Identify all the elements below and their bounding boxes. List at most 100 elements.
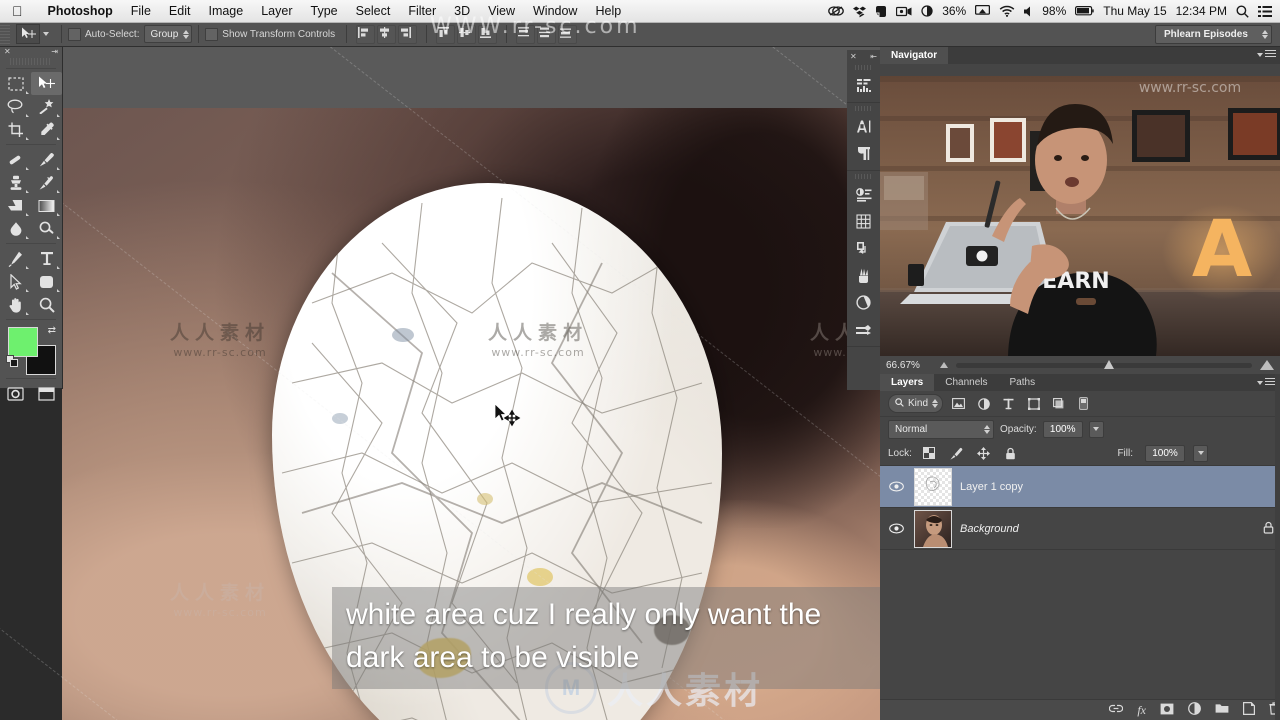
adjustments-icon[interactable] bbox=[847, 181, 880, 208]
timer-icon[interactable] bbox=[921, 5, 933, 17]
eyedropper-tool[interactable] bbox=[31, 118, 62, 141]
lasso-tool[interactable] bbox=[0, 95, 31, 118]
gradient-tool[interactable] bbox=[31, 194, 62, 217]
pen-tool[interactable] bbox=[0, 247, 31, 270]
layer-thumbnail[interactable] bbox=[914, 467, 952, 506]
dock-grip[interactable] bbox=[855, 65, 872, 70]
table-row[interactable]: Layer 1 copy bbox=[880, 466, 1280, 508]
layer-visibility-toggle[interactable] bbox=[886, 523, 906, 534]
opacity-value[interactable]: 100% bbox=[1042, 420, 1083, 438]
character-icon[interactable] bbox=[847, 113, 880, 140]
menu-file[interactable]: File bbox=[122, 0, 160, 22]
apple-logo-icon[interactable]:  bbox=[12, 4, 23, 18]
stepper-icon[interactable] bbox=[183, 29, 190, 39]
dock-header[interactable]: ✕ ⇤ bbox=[847, 50, 880, 62]
align-right-edges-button[interactable] bbox=[398, 24, 418, 44]
screen-mode-icon[interactable] bbox=[31, 382, 62, 405]
toolbox-grip[interactable] bbox=[10, 58, 52, 65]
auto-select-dropdown[interactable]: Group bbox=[144, 25, 193, 43]
histogram-icon[interactable] bbox=[847, 72, 880, 99]
lock-position-icon[interactable] bbox=[974, 445, 993, 462]
airplay-icon[interactable] bbox=[975, 5, 991, 17]
layer-style-fx-icon[interactable]: fx bbox=[1137, 703, 1146, 718]
close-icon[interactable]: ✕ bbox=[850, 52, 857, 61]
move-tool[interactable] bbox=[31, 72, 62, 95]
dropbox-icon[interactable] bbox=[853, 5, 867, 18]
tab-layers[interactable]: Layers bbox=[880, 374, 935, 391]
navigator-preview[interactable]: A EARN www.rr-sc.com bbox=[880, 76, 1280, 356]
menu-photoshop[interactable]: Photoshop bbox=[39, 0, 122, 22]
menu-edit[interactable]: Edit bbox=[160, 0, 200, 22]
tab-channels[interactable]: Channels bbox=[934, 374, 999, 391]
zoom-percent-value[interactable]: 66.67% bbox=[886, 360, 932, 371]
layer-visibility-toggle[interactable] bbox=[886, 481, 906, 492]
chevron-down-icon[interactable] bbox=[1257, 380, 1263, 385]
lock-image-pixels-icon[interactable] bbox=[947, 445, 966, 462]
clone-stamp-tool[interactable] bbox=[0, 171, 31, 194]
actions-icon[interactable] bbox=[847, 235, 880, 262]
lock-all-icon[interactable] bbox=[1001, 445, 1020, 462]
lock-transparent-pixels-icon[interactable] bbox=[920, 445, 939, 462]
wifi-icon[interactable] bbox=[999, 5, 1015, 17]
color-wheel-icon[interactable] bbox=[847, 289, 880, 316]
tab-paths[interactable]: Paths bbox=[998, 374, 1047, 391]
crop-tool[interactable] bbox=[0, 118, 31, 141]
zoom-tool[interactable] bbox=[31, 293, 62, 316]
list-icon[interactable] bbox=[1258, 5, 1272, 17]
chevron-down-icon[interactable] bbox=[1257, 52, 1263, 57]
zoom-slider[interactable] bbox=[956, 359, 1252, 369]
zoom-in-icon[interactable] bbox=[1260, 360, 1274, 370]
fill-slider-button[interactable] bbox=[1193, 444, 1208, 462]
dodge-tool[interactable] bbox=[31, 217, 62, 240]
spot-healing-brush-tool[interactable] bbox=[0, 148, 31, 171]
tool-preset-picker[interactable] bbox=[10, 24, 55, 44]
dock-grip[interactable] bbox=[855, 106, 872, 111]
options-bar-grip[interactable] bbox=[0, 22, 10, 46]
volume-icon[interactable] bbox=[1024, 6, 1033, 17]
new-layer-icon[interactable] bbox=[1243, 702, 1255, 718]
move-tool-icon[interactable] bbox=[16, 24, 40, 44]
path-selection-tool[interactable] bbox=[0, 270, 31, 293]
filter-kind-dropdown[interactable]: Kind bbox=[888, 394, 944, 413]
creative-cloud-icon[interactable] bbox=[828, 5, 845, 17]
layer-name[interactable]: Layer 1 copy bbox=[960, 481, 1023, 493]
collapse-icon[interactable]: ⇤ bbox=[870, 52, 877, 61]
menu-select[interactable]: Select bbox=[347, 0, 400, 22]
quick-mask-icon[interactable] bbox=[0, 382, 31, 405]
menu-type[interactable]: Type bbox=[302, 0, 347, 22]
rectangle-shape-tool[interactable] bbox=[31, 270, 62, 293]
filter-kind-stepper-icon[interactable] bbox=[932, 399, 939, 408]
menu-image[interactable]: Image bbox=[199, 0, 252, 22]
shape-layers-filter-icon[interactable] bbox=[1024, 395, 1043, 412]
align-horizontal-centers-button[interactable] bbox=[377, 24, 397, 44]
smart-object-filter-icon[interactable] bbox=[1049, 395, 1068, 412]
hand-tool[interactable] bbox=[0, 293, 31, 316]
blur-tool[interactable] bbox=[0, 217, 31, 240]
adjustment-layer-icon[interactable] bbox=[1188, 702, 1201, 718]
default-colors-icon[interactable] bbox=[6, 355, 19, 373]
search-icon[interactable] bbox=[1236, 5, 1249, 18]
blend-mode-stepper-icon[interactable] bbox=[984, 424, 990, 434]
show-transform-controls-checkbox[interactable] bbox=[205, 27, 219, 41]
dock-grip[interactable] bbox=[855, 174, 872, 179]
color-table-icon[interactable] bbox=[847, 208, 880, 235]
battery-icon[interactable] bbox=[1075, 6, 1094, 16]
swap-colors-icon[interactable]: ⇄ bbox=[48, 325, 56, 336]
tab-navigator[interactable]: Navigator bbox=[880, 47, 949, 64]
new-group-icon[interactable] bbox=[1215, 703, 1229, 717]
link-layers-icon[interactable] bbox=[1109, 704, 1124, 716]
layers-panel-menu[interactable] bbox=[1257, 378, 1276, 387]
zoom-slider-knob[interactable] bbox=[1104, 359, 1114, 369]
expand-collapse-icon[interactable]: ⇥ bbox=[51, 48, 58, 56]
paragraph-icon[interactable] bbox=[847, 140, 880, 167]
blend-mode-dropdown[interactable]: Normal bbox=[888, 419, 994, 439]
brush-tool[interactable] bbox=[31, 148, 62, 171]
history-brush-tool[interactable] bbox=[31, 171, 62, 194]
layer-name[interactable]: Background bbox=[960, 523, 1019, 535]
panel-menu-icon[interactable] bbox=[1265, 50, 1276, 59]
evernote-icon[interactable] bbox=[875, 5, 887, 18]
align-left-edges-button[interactable] bbox=[356, 24, 376, 44]
fill-value[interactable]: 100% bbox=[1145, 444, 1185, 462]
type-tool[interactable] bbox=[31, 247, 62, 270]
rectangular-marquee-tool[interactable] bbox=[0, 72, 31, 95]
